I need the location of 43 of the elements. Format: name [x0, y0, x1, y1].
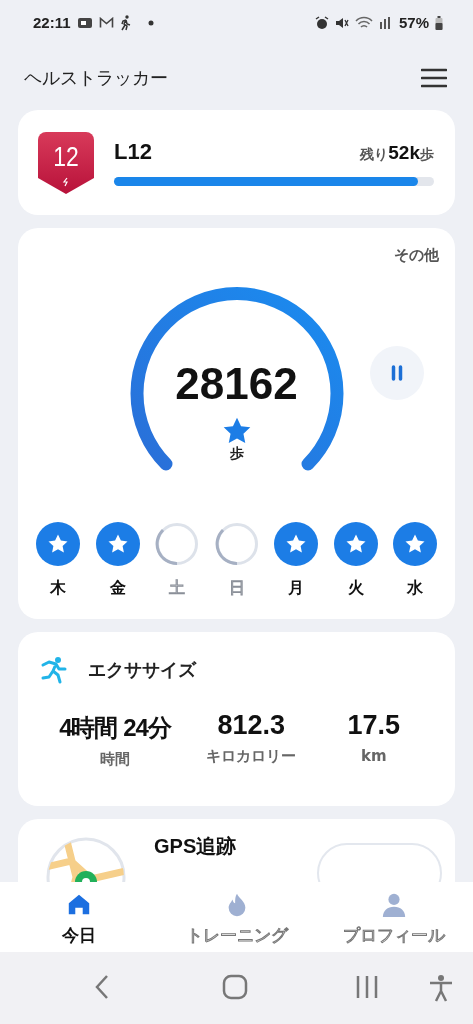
battery-icon [435, 15, 443, 30]
stat-value: 4時間 24分 [59, 713, 171, 743]
step-count: 28162 [174, 359, 299, 409]
running-person-icon [40, 656, 68, 684]
home-button-icon[interactable] [222, 974, 248, 1000]
weekday-label: 火 [347, 578, 364, 599]
nav-tab[interactable]: 今日 [0, 882, 158, 952]
weekday-label: 土 [169, 578, 185, 599]
weekday-label: 金 [109, 578, 126, 599]
clock-time: 22:11 [33, 14, 71, 31]
gps-title: GPS追跡 [154, 834, 238, 859]
stat-value: 17.5 [347, 710, 401, 741]
app-title: ヘルストラッカー [24, 65, 168, 90]
level-label: L12 [114, 139, 152, 165]
alarm-icon [314, 15, 329, 30]
nav-tab[interactable]: プロフィール [315, 882, 473, 952]
star-icon [222, 417, 251, 445]
person-icon [381, 892, 408, 918]
stat-label: キロカロリー [206, 747, 297, 766]
accessibility-icon[interactable] [428, 974, 454, 1002]
recent-apps-icon[interactable] [354, 974, 380, 1000]
signal-icon [378, 15, 393, 30]
walking-icon [119, 14, 132, 31]
steps-unit: 歩 [229, 445, 244, 463]
mail-icon [98, 16, 114, 29]
battery-percent: 57% [398, 14, 429, 31]
stat-value: 812.3 [217, 710, 286, 741]
stat-label: 時間 [100, 750, 130, 769]
notification-dot-icon [147, 19, 154, 26]
weekday-label: 水 [407, 578, 423, 599]
menu-icon [421, 67, 447, 88]
mute-icon [334, 15, 349, 30]
pause-icon [391, 365, 403, 381]
exercise-title: エクササイズ [88, 658, 196, 682]
menu-button[interactable] [421, 67, 447, 88]
more-link[interactable]: その他 [394, 246, 439, 265]
stat-label: km [360, 747, 387, 765]
weekday-label: 日 [228, 578, 245, 599]
weekday-label: 木 [50, 578, 66, 599]
weekday-label: 月 [288, 578, 304, 599]
level-badge: 12 [38, 131, 94, 194]
message-icon [76, 16, 93, 29]
wifi-icon [354, 15, 373, 30]
